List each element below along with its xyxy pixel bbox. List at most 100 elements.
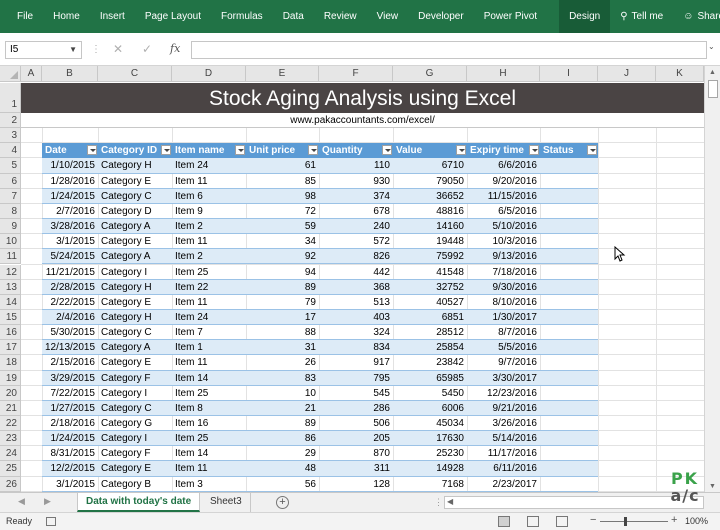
table-cell[interactable] xyxy=(540,204,598,220)
table-cell[interactable]: 6851 xyxy=(393,309,467,326)
table-cell[interactable]: 6/6/2016 xyxy=(467,158,540,174)
table-cell[interactable]: 17 xyxy=(246,309,319,326)
row-header-21[interactable]: 21 xyxy=(0,400,21,416)
table-cell[interactable]: 9/13/2016 xyxy=(467,249,540,265)
table-cell[interactable]: 2/23/2017 xyxy=(467,477,540,492)
table-cell[interactable]: 513 xyxy=(319,295,393,310)
row-header-1[interactable]: 1 xyxy=(0,83,21,113)
table-cell[interactable]: 32752 xyxy=(393,279,467,295)
row-header-26[interactable]: 26 xyxy=(0,476,21,492)
table-header-cell[interactable]: Status xyxy=(540,143,598,159)
table-header-cell[interactable]: Date xyxy=(42,143,98,159)
table-cell[interactable]: Category A xyxy=(98,219,172,235)
zoom-in-button[interactable]: + xyxy=(671,514,677,526)
table-cell[interactable]: 12/23/2016 xyxy=(467,386,540,401)
table-cell[interactable]: 2/4/2016 xyxy=(42,309,98,326)
table-cell[interactable]: 79050 xyxy=(393,174,467,189)
share-button[interactable]: ☺Share xyxy=(673,0,720,33)
table-cell[interactable]: 83 xyxy=(246,370,319,386)
row-header-16[interactable]: 16 xyxy=(0,325,21,341)
sheet-url[interactable]: www.pakaccountants.com/excel/ xyxy=(21,113,704,128)
table-cell[interactable]: Category A xyxy=(98,249,172,265)
table-cell[interactable] xyxy=(540,340,598,356)
table-cell[interactable]: 826 xyxy=(319,249,393,265)
table-cell[interactable]: 5/5/2016 xyxy=(467,340,540,356)
table-cell[interactable]: 128 xyxy=(319,477,393,492)
table-header-cell[interactable]: Expiry time xyxy=(467,143,540,159)
table-cell[interactable]: Category F xyxy=(98,370,172,386)
table-cell[interactable]: 23842 xyxy=(393,355,467,371)
table-cell[interactable]: 6006 xyxy=(393,400,467,416)
column-header-k[interactable]: K xyxy=(656,66,704,82)
select-all-corner[interactable] xyxy=(0,66,21,82)
table-cell[interactable]: Item 2 xyxy=(172,249,246,265)
table-cell[interactable]: Category C xyxy=(98,400,172,416)
cancel-icon[interactable]: ✕ xyxy=(113,42,123,56)
table-cell[interactable]: 86 xyxy=(246,431,319,447)
table-cell[interactable]: Item 25 xyxy=(172,386,246,401)
vertical-scrollbar[interactable]: ▲ ▼ xyxy=(704,66,720,492)
table-cell[interactable]: 368 xyxy=(319,279,393,295)
row-header-14[interactable]: 14 xyxy=(0,294,21,310)
table-cell[interactable]: 11/15/2016 xyxy=(467,188,540,204)
table-cell[interactable]: Category I xyxy=(98,431,172,447)
table-cell[interactable] xyxy=(540,265,598,280)
enter-check-icon[interactable]: ✓ xyxy=(142,42,152,56)
table-cell[interactable]: 12/2/2015 xyxy=(42,461,98,477)
column-header-j[interactable]: J xyxy=(598,66,656,82)
table-cell[interactable]: Item 8 xyxy=(172,400,246,416)
table-cell[interactable]: Item 24 xyxy=(172,309,246,326)
table-cell[interactable] xyxy=(540,158,598,174)
table-cell[interactable]: Category I xyxy=(98,386,172,401)
name-box[interactable]: I5 ▼ xyxy=(5,41,82,59)
table-cell[interactable]: 5450 xyxy=(393,386,467,401)
table-cell[interactable]: 1/30/2017 xyxy=(467,309,540,326)
table-cell[interactable]: 8/10/2016 xyxy=(467,295,540,310)
table-cell[interactable]: Item 1 xyxy=(172,340,246,356)
row-header-25[interactable]: 25 xyxy=(0,461,21,477)
table-cell[interactable]: 1/27/2015 xyxy=(42,400,98,416)
drag-handle-icon[interactable]: ⋮ xyxy=(91,44,101,55)
column-header-i[interactable]: I xyxy=(540,66,598,82)
tell-me-button[interactable]: ⚲ Tell me xyxy=(610,0,673,33)
table-cell[interactable]: 14928 xyxy=(393,461,467,477)
row-header-23[interactable]: 23 xyxy=(0,431,21,447)
tab-prev-icon[interactable]: ◀ xyxy=(18,496,25,507)
row-header-10[interactable]: 10 xyxy=(0,234,21,250)
ribbon-tab-insert[interactable]: Insert xyxy=(90,0,135,33)
ribbon-tab-review[interactable]: Review xyxy=(314,0,367,33)
table-cell[interactable]: 1/28/2016 xyxy=(42,174,98,189)
table-cell[interactable]: 59 xyxy=(246,219,319,235)
row-header-6[interactable]: 6 xyxy=(0,173,21,189)
table-cell[interactable]: Category H xyxy=(98,309,172,326)
table-cell[interactable]: 9/21/2016 xyxy=(467,400,540,416)
table-cell[interactable] xyxy=(540,461,598,477)
scroll-thumb[interactable] xyxy=(708,80,718,98)
row-header-11[interactable]: 11 xyxy=(0,249,21,265)
worksheet-grid[interactable]: Stock Aging Analysis using Excel www.pak… xyxy=(0,66,720,492)
table-cell[interactable]: 3/29/2015 xyxy=(42,370,98,386)
table-cell[interactable] xyxy=(540,174,598,189)
column-header-b[interactable]: B xyxy=(42,66,98,82)
table-cell[interactable]: 9/7/2016 xyxy=(467,355,540,371)
table-cell[interactable]: 930 xyxy=(319,174,393,189)
table-cell[interactable]: 8/31/2015 xyxy=(42,446,98,462)
table-cell[interactable]: 870 xyxy=(319,446,393,462)
table-cell[interactable] xyxy=(540,295,598,310)
table-cell[interactable]: 40527 xyxy=(393,295,467,310)
table-cell[interactable]: 17630 xyxy=(393,431,467,447)
table-cell[interactable]: 11/21/2015 xyxy=(42,265,98,280)
table-cell[interactable]: 34 xyxy=(246,234,319,250)
table-cell[interactable]: 2/22/2015 xyxy=(42,295,98,310)
table-cell[interactable]: 9/30/2016 xyxy=(467,279,540,295)
zoom-slider-thumb[interactable] xyxy=(624,517,627,526)
filter-dropdown-icon[interactable] xyxy=(87,145,97,156)
tab-data-with-todays-date[interactable]: Data with today's date xyxy=(77,493,201,512)
formula-input[interactable] xyxy=(191,41,707,59)
table-cell[interactable]: 25230 xyxy=(393,446,467,462)
chevron-down-icon[interactable]: ▼ xyxy=(69,42,77,58)
row-header-15[interactable]: 15 xyxy=(0,309,21,326)
table-cell[interactable]: 403 xyxy=(319,309,393,326)
scroll-down-icon[interactable]: ▼ xyxy=(709,483,716,490)
table-cell[interactable]: 89 xyxy=(246,279,319,295)
